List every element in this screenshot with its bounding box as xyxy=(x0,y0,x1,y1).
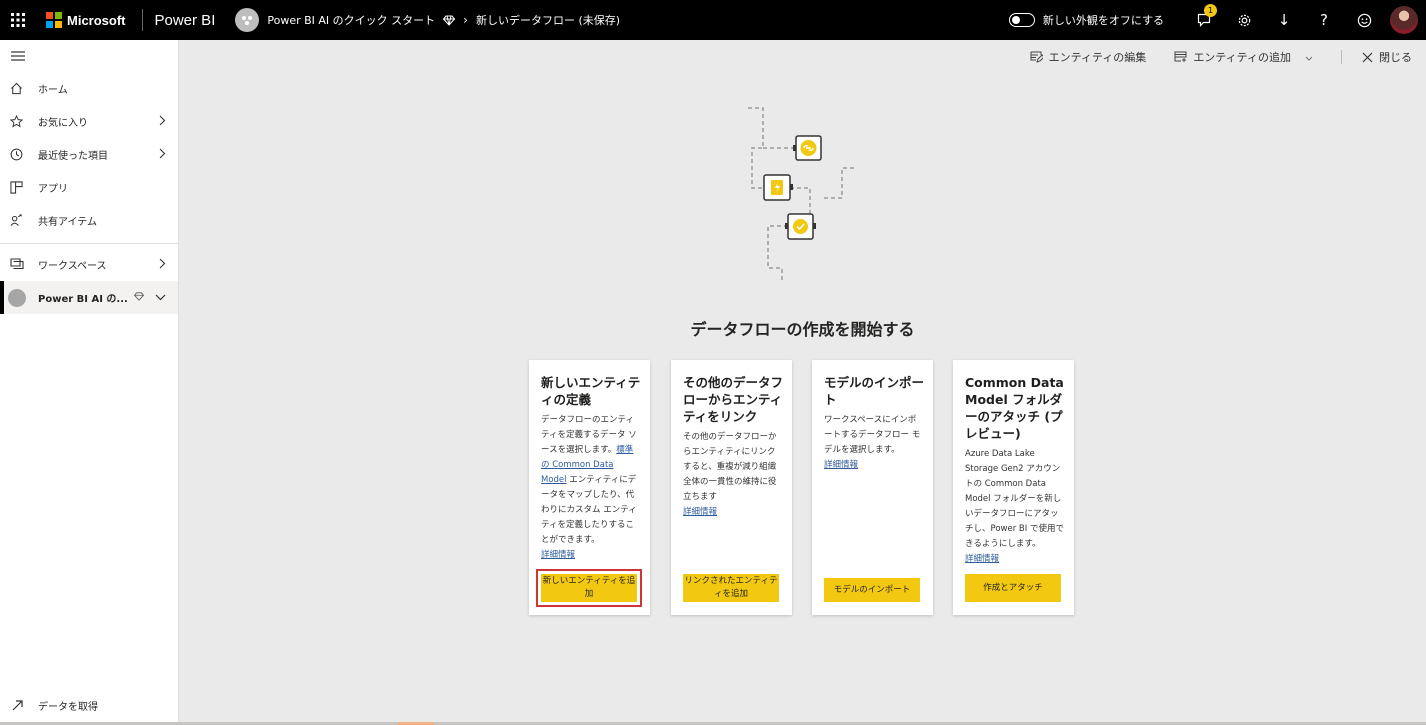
brand-name: Microsoft xyxy=(67,12,126,28)
divider xyxy=(141,9,143,31)
sidebar-item-current-workspace[interactable]: Power BI AI の... xyxy=(0,281,178,314)
sidebar-item-label: ワークスペース xyxy=(38,261,107,272)
breadcrumb-page: 新しいデータフロー (未保存) xyxy=(475,14,621,27)
microsoft-logo-icon xyxy=(46,12,62,28)
add-linked-entities-button[interactable]: リンクされたエンティティを追加 xyxy=(683,574,779,602)
microsoft-logo[interactable]: Microsoft xyxy=(46,12,126,28)
sidebar-item-shared[interactable]: 共有アイテム xyxy=(0,204,178,237)
edit-entity-icon xyxy=(1030,51,1043,63)
add-entities-label: エンティティの追加 xyxy=(1193,51,1291,64)
card-desc-text: Azure Data Lake Storage Gen2 アカウントの Comm… xyxy=(965,449,1064,549)
sidebar: ホーム お気に入り 最近使った項目 アプリ 共有アイテム ワークスペース Pow… xyxy=(0,40,179,725)
user-avatar[interactable] xyxy=(1390,6,1418,34)
add-entity-icon xyxy=(1174,51,1187,62)
dataflow-illustration xyxy=(748,107,854,282)
chevron-down-icon[interactable] xyxy=(155,293,166,304)
learn-more-link[interactable]: 詳細情報 xyxy=(541,550,575,560)
new-look-toggle[interactable] xyxy=(1008,13,1035,27)
card-desc-text: エンティティにデータをマップしたり、代わりにカスタム エンティティを定義したりす… xyxy=(541,475,637,545)
learn-more-link[interactable]: 詳細情報 xyxy=(683,507,717,517)
card-description: ワークスペースにインポートするデータフロー モデルを選択します。 詳細情報 xyxy=(824,413,924,473)
command-bar: エンティティの編集 エンティティの追加 閉じる xyxy=(179,40,1426,74)
card-link-entities: その他のデータフローからエンティティをリンク その他のデータフローからエンティテ… xyxy=(671,360,792,615)
new-look-toggle-label: 新しい外観をオフにする xyxy=(1042,14,1164,27)
card-import-model: モデルのインポート ワークスペースにインポートするデータフロー モデルを選択しま… xyxy=(812,360,933,615)
add-new-entities-button[interactable]: 新しいエンティティを追加 xyxy=(536,569,642,607)
product-name[interactable]: Power BI xyxy=(155,12,216,29)
sidebar-item-label: 最近使った項目 xyxy=(38,151,108,162)
learn-more-link[interactable]: 詳細情報 xyxy=(965,554,999,564)
sidebar-item-recent[interactable]: 最近使った項目 xyxy=(0,138,178,171)
top-bar: Microsoft Power BI Power BI AI のクイック スター… xyxy=(0,0,1426,40)
feedback-button[interactable] xyxy=(1344,0,1384,40)
add-entities-button[interactable]: エンティティの追加 xyxy=(1174,49,1319,65)
page-heading: データフローの作成を開始する xyxy=(690,320,915,339)
card-title: その他のデータフローからエンティティをリンク xyxy=(683,375,784,424)
get-data-label: データを取得 xyxy=(38,701,98,713)
sidebar-divider xyxy=(0,243,178,244)
card-desc-text: ワークスペースにインポートするデータフロー モデルを選択します。 xyxy=(824,415,921,455)
card-description: その他のデータフローからエンティティにリンクすると、重複が減り組織全体の一貫性の… xyxy=(683,430,783,520)
help-icon: ? xyxy=(1320,11,1328,29)
waffle-icon[interactable] xyxy=(0,0,36,40)
card-title: モデルのインポート xyxy=(824,375,925,407)
card-define-entities: 新しいエンティティの定義 データフローのエンティティを定義するデータ ソースを選… xyxy=(529,360,650,615)
chevron-right-icon[interactable] xyxy=(159,115,166,129)
apps-icon xyxy=(0,181,38,194)
card-desc-text: その他のデータフローからエンティティにリンクすると、重複が減り組織全体の一貫性の… xyxy=(683,432,777,502)
gear-icon xyxy=(1238,14,1250,26)
workspace-icon xyxy=(0,258,38,271)
card-description: データフローのエンティティを定義するデータ ソースを選択します。標準の Comm… xyxy=(541,413,641,563)
chevron-right-icon[interactable] xyxy=(159,258,166,272)
chevron-down-icon[interactable] xyxy=(1305,51,1319,64)
close-button[interactable]: 閉じる xyxy=(1362,49,1412,65)
sidebar-item-label: お気に入り xyxy=(38,118,88,129)
diamond-icon xyxy=(133,292,145,304)
arrow-upright-icon xyxy=(0,699,38,711)
sidebar-item-label: ホーム xyxy=(38,85,68,96)
check-node-icon xyxy=(785,213,816,240)
card-description: Azure Data Lake Storage Gen2 アカウントの Comm… xyxy=(965,447,1065,567)
smiley-icon xyxy=(1357,13,1371,27)
sidebar-item-label: アプリ xyxy=(38,184,68,195)
download-button[interactable]: ↓ xyxy=(1264,0,1304,40)
workspace-avatar xyxy=(235,8,260,32)
card-attach-cdm-folder: Common Data Model フォルダーのアタッチ (プレビュー) Azu… xyxy=(953,360,1074,615)
chevron-right-icon[interactable] xyxy=(159,148,166,162)
shared-icon xyxy=(0,214,38,227)
download-icon: ↓ xyxy=(1277,11,1291,29)
link-node-icon xyxy=(793,135,822,161)
hamburger-menu-icon[interactable] xyxy=(0,40,178,72)
import-model-button[interactable]: モデルのインポート xyxy=(824,578,920,602)
breadcrumb-workspace[interactable]: Power BI AI のクイック スタート xyxy=(267,12,435,28)
get-data-button[interactable]: データを取得 xyxy=(0,693,98,717)
card-title: Common Data Model フォルダーのアタッチ (プレビュー) xyxy=(965,375,1064,441)
notification-button[interactable]: 1 xyxy=(1184,0,1224,40)
edit-entities-label: エンティティの編集 xyxy=(1048,51,1147,64)
help-button[interactable]: ? xyxy=(1304,0,1344,40)
command-divider xyxy=(1341,50,1342,64)
sidebar-item-workspaces[interactable]: ワークスペース xyxy=(0,248,178,281)
sidebar-item-home[interactable]: ホーム xyxy=(0,72,178,105)
sidebar-item-label: Power BI AI の... xyxy=(38,294,128,305)
notification-badge: 1 xyxy=(1204,4,1217,17)
breadcrumb-separator-icon: › xyxy=(463,13,468,27)
workspace-avatar-icon xyxy=(4,288,38,307)
sidebar-item-apps[interactable]: アプリ xyxy=(0,171,178,204)
power-query-node-icon xyxy=(763,174,793,201)
diamond-icon xyxy=(443,11,456,30)
star-icon xyxy=(0,115,38,128)
home-icon xyxy=(0,82,38,95)
edit-entities-button[interactable]: エンティティの編集 xyxy=(1030,49,1147,65)
clock-icon xyxy=(0,148,38,161)
card-title: 新しいエンティティの定義 xyxy=(541,375,641,407)
close-label: 閉じる xyxy=(1379,51,1412,64)
sidebar-item-label: 共有アイテム xyxy=(38,217,97,228)
sidebar-item-favorites[interactable]: お気に入り xyxy=(0,105,178,138)
settings-button[interactable] xyxy=(1224,0,1264,40)
learn-more-link[interactable]: 詳細情報 xyxy=(824,460,858,470)
close-icon xyxy=(1362,52,1373,62)
create-and-attach-button[interactable]: 作成とアタッチ xyxy=(965,574,1061,602)
